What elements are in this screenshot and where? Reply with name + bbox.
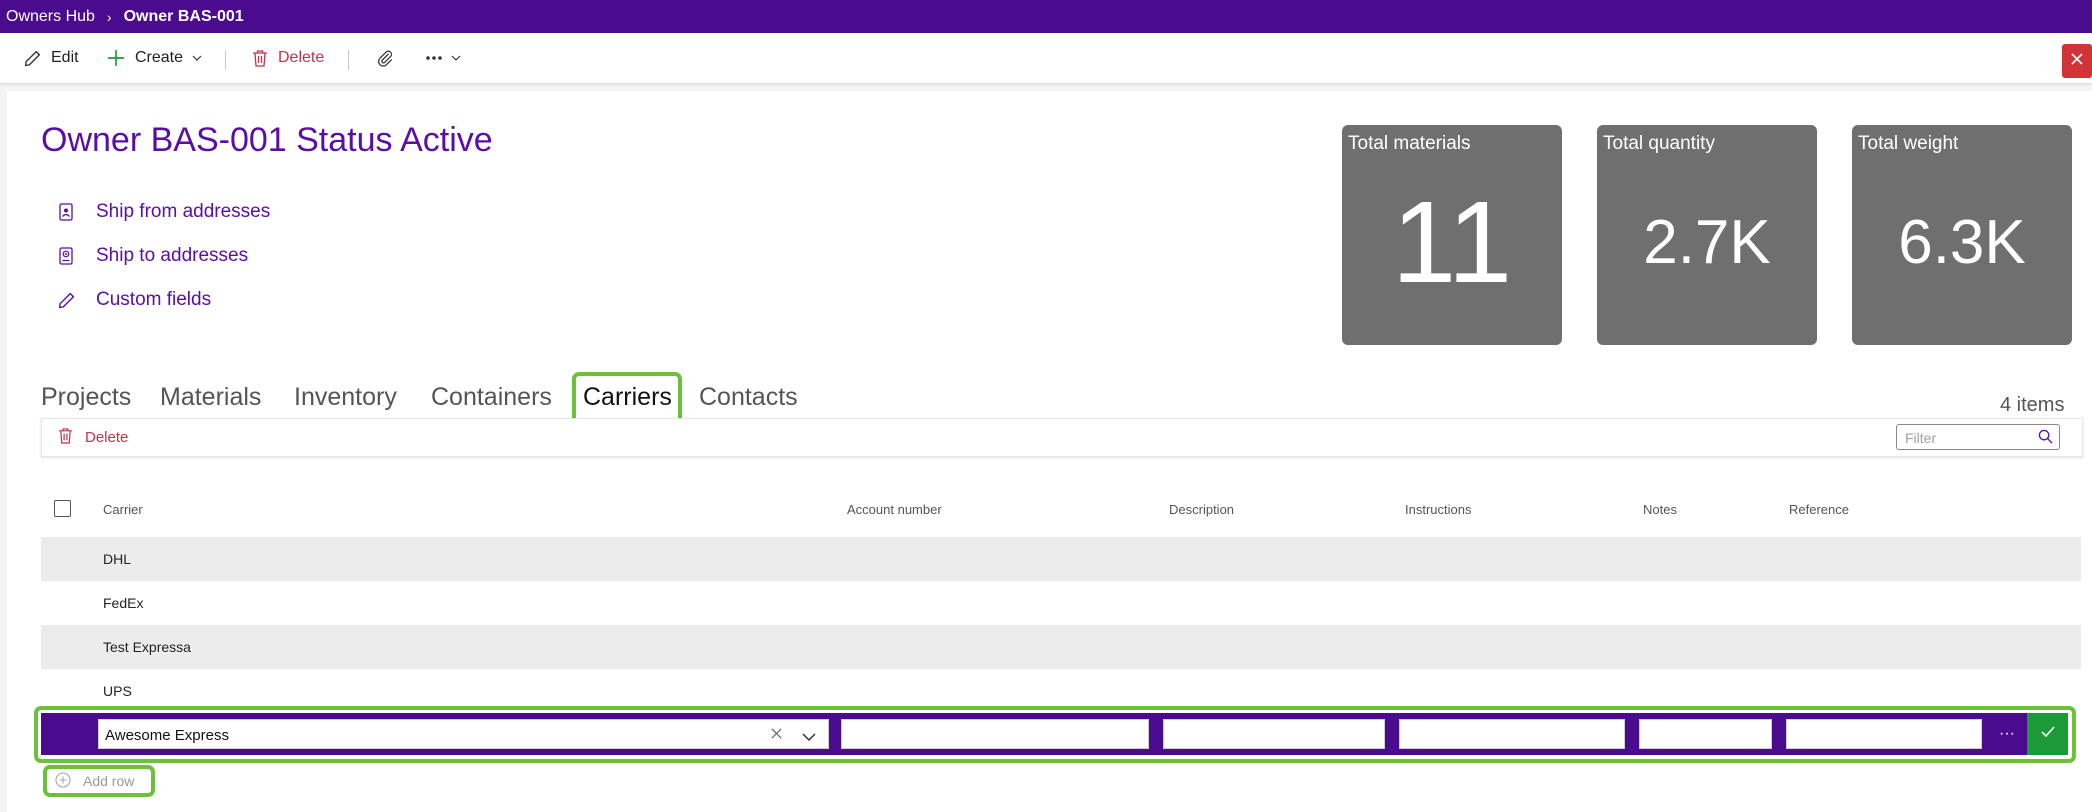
contact-card-icon [55, 203, 77, 221]
total-quantity-tile: Total quantity 2.7K [1597, 125, 1817, 345]
stat-value: 6.3K [1898, 208, 2026, 277]
custom-fields-label: Custom fields [96, 289, 212, 310]
plus-icon [107, 49, 125, 67]
edit-label: Edit [51, 49, 79, 66]
stat-title: Total materials [1348, 133, 1471, 154]
filter-input[interactable] [1903, 427, 2035, 449]
add-row-button[interactable]: Add row [55, 770, 134, 792]
ship-to-addresses-link[interactable]: Ship to addresses [55, 241, 248, 271]
tab-carriers[interactable]: Carriers [583, 383, 672, 412]
top-bar: Owners Hub › Owner BAS-001 [0, 0, 2092, 33]
column-header-reference[interactable]: Reference [1789, 502, 1849, 517]
main-panel: Owner BAS-001 Status Active Ship from ad… [7, 91, 2092, 812]
grid-delete-label: Delete [85, 429, 129, 446]
toolbar-divider [225, 50, 226, 70]
description-input[interactable] [1168, 724, 1384, 746]
account-number-input[interactable] [846, 724, 1148, 746]
row-more-button[interactable]: ··· [1991, 713, 2023, 755]
total-weight-tile: Total weight 6.3K [1852, 125, 2072, 345]
create-label: Create [135, 49, 184, 66]
tab-contacts[interactable]: Contacts [699, 383, 798, 412]
stat-title: Total weight [1858, 133, 1959, 154]
new-row-editor: ··· [41, 713, 2068, 755]
breadcrumb-separator: › [106, 8, 112, 25]
account-number-field[interactable] [841, 719, 1149, 749]
grid-toolbar: Delete [41, 418, 2083, 457]
description-field[interactable] [1163, 719, 1385, 749]
total-materials-tile: Total materials 11 [1342, 125, 1562, 345]
toolbar-divider [348, 50, 349, 70]
add-circle-icon [55, 771, 71, 791]
ship-from-addresses-link[interactable]: Ship from addresses [55, 197, 270, 227]
chevron-down-icon[interactable] [802, 729, 816, 747]
notes-field[interactable] [1639, 719, 1772, 749]
tab-projects[interactable]: Projects [41, 383, 131, 412]
paperclip-icon [377, 50, 394, 67]
clear-icon[interactable] [770, 727, 783, 745]
chevron-down-icon [192, 53, 202, 63]
tab-containers[interactable]: Containers [431, 383, 552, 412]
ship-to-addresses-label: Ship to addresses [96, 245, 249, 266]
attach-button[interactable] [377, 33, 394, 83]
instructions-field[interactable] [1399, 719, 1625, 749]
add-row-label: Add row [83, 773, 135, 789]
reference-input[interactable] [1791, 724, 1981, 746]
breadcrumb-current: Owner BAS-001 [123, 7, 244, 25]
close-button[interactable] [2062, 44, 2092, 78]
table-row[interactable]: Test Expressa [41, 625, 2081, 669]
carrier-cell: FedEx [103, 595, 144, 611]
trash-icon [252, 49, 268, 67]
close-icon [2070, 52, 2084, 71]
grid-delete-button[interactable]: Delete [58, 419, 128, 456]
column-header-carrier[interactable]: Carrier [103, 502, 143, 517]
ship-from-addresses-label: Ship from addresses [96, 201, 271, 222]
delete-label: Delete [278, 49, 325, 66]
column-header-account-number[interactable]: Account number [847, 502, 942, 517]
carrier-input[interactable] [103, 724, 747, 746]
select-all-checkbox[interactable] [54, 500, 71, 517]
pencil-icon [24, 50, 41, 67]
chevron-down-icon [451, 53, 461, 63]
command-bar: Edit Create Delete [0, 33, 2092, 84]
table-row[interactable]: DHL [41, 537, 2081, 581]
tab-materials[interactable]: Materials [160, 383, 261, 412]
checkmark-icon [2040, 725, 2055, 743]
confirm-row-button[interactable] [2027, 713, 2068, 755]
carrier-cell: DHL [103, 551, 132, 567]
carrier-combobox[interactable] [98, 719, 829, 749]
delete-button[interactable]: Delete [252, 33, 324, 83]
column-header-description[interactable]: Description [1169, 502, 1234, 517]
more-commands-button[interactable] [425, 33, 461, 83]
page-title: Owner BAS-001 Status Active [41, 121, 493, 159]
carrier-cell: Test Expressa [103, 639, 191, 655]
custom-fields-link[interactable]: Custom fields [55, 285, 211, 315]
carrier-cell: UPS [103, 683, 132, 699]
address-book-icon [55, 247, 77, 265]
reference-field[interactable] [1786, 719, 1982, 749]
stat-title: Total quantity [1603, 133, 1715, 154]
item-count: 4 items [2000, 394, 2065, 416]
instructions-input[interactable] [1404, 724, 1624, 746]
filter-field[interactable] [1896, 424, 2060, 450]
create-button[interactable]: Create [107, 33, 202, 83]
table-row[interactable]: UPS [41, 669, 2081, 713]
table-row[interactable]: FedEx [41, 581, 2081, 625]
edit-button[interactable]: Edit [24, 33, 79, 83]
more-icon [425, 55, 443, 61]
stat-value: 2.7K [1643, 208, 1771, 277]
column-header-instructions[interactable]: Instructions [1405, 502, 1471, 517]
pencil-icon [55, 292, 77, 309]
tab-inventory[interactable]: Inventory [294, 383, 397, 412]
stat-value: 11 [1391, 177, 1513, 307]
breadcrumb-owners-hub[interactable]: Owners Hub [6, 8, 95, 26]
notes-input[interactable] [1644, 724, 1771, 746]
trash-icon [58, 427, 73, 448]
search-icon[interactable] [2038, 429, 2053, 449]
column-header-notes[interactable]: Notes [1643, 502, 1677, 517]
